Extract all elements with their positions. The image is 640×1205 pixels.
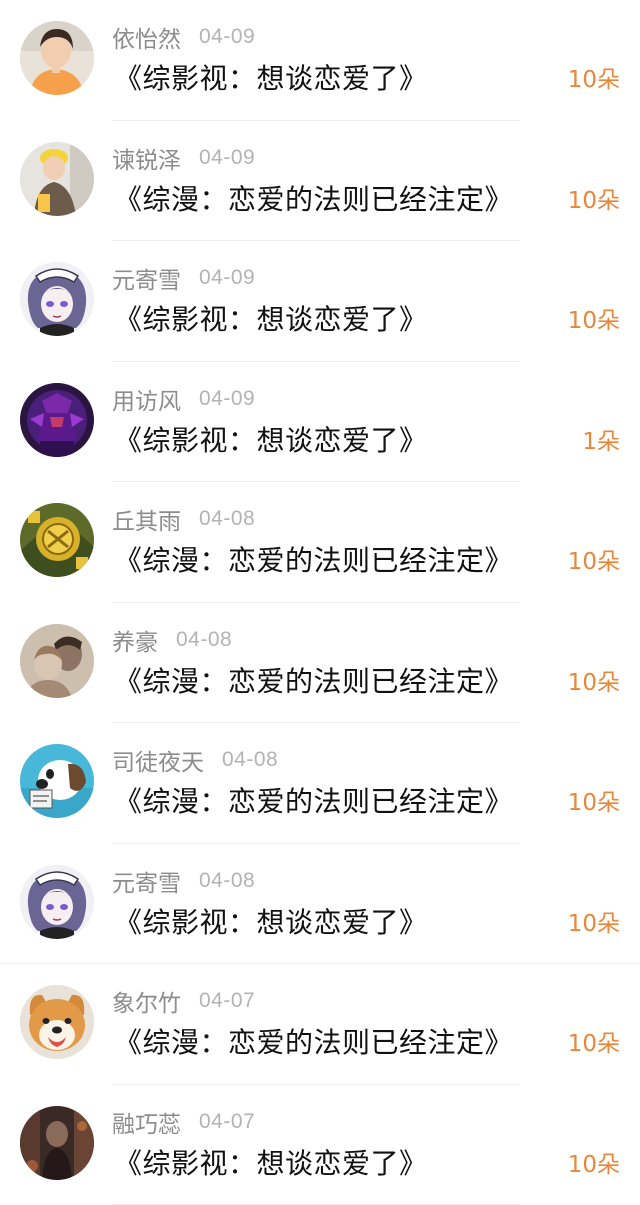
book-title[interactable]: 《综影视：想谈恋爱了》	[114, 298, 428, 338]
avatar[interactable]	[20, 383, 94, 457]
list-item[interactable]: 象尔竹 04-07 《综漫：恋爱的法则已经注定》 10朵	[0, 964, 640, 1085]
item-meta: 元寄雪 04-09	[112, 261, 255, 295]
list-item[interactable]: 元寄雪 04-08 《综影视：想谈恋爱了》 10朵	[0, 844, 640, 965]
book-title[interactable]: 《综漫：恋爱的法则已经注定》	[114, 780, 513, 820]
book-title[interactable]: 《综漫：恋爱的法则已经注定》	[114, 660, 513, 700]
gift-count: 10朵	[568, 1145, 620, 1179]
item-date: 04-09	[199, 146, 255, 170]
item-meta: 元寄雪 04-08	[112, 864, 255, 898]
user-name[interactable]: 象尔竹	[112, 984, 181, 1018]
item-meta: 用访风 04-09	[112, 382, 255, 416]
user-name[interactable]: 丘其雨	[112, 502, 181, 536]
user-name[interactable]: 养豪	[112, 623, 158, 657]
avatar[interactable]	[20, 262, 94, 336]
gift-count: 10朵	[568, 783, 620, 817]
gift-count: 10朵	[568, 1024, 620, 1058]
gift-count: 1朵	[582, 422, 620, 456]
item-meta: 象尔竹 04-07	[112, 984, 255, 1018]
list-item[interactable]: 谏锐泽 04-09 《综漫：恋爱的法则已经注定》 10朵	[0, 121, 640, 242]
gift-count: 10朵	[568, 181, 620, 215]
gift-count: 10朵	[568, 663, 620, 697]
item-date: 04-07	[199, 1110, 255, 1134]
avatar[interactable]	[20, 21, 94, 95]
avatar[interactable]	[20, 865, 94, 939]
item-meta: 依怡然 04-09	[112, 20, 255, 54]
item-meta: 司徒夜天 04-08	[112, 743, 278, 777]
item-date: 04-08	[176, 628, 232, 652]
item-date: 04-08	[222, 748, 278, 772]
book-title[interactable]: 《综漫：恋爱的法则已经注定》	[114, 178, 513, 218]
item-date: 04-07	[199, 989, 255, 1013]
list-item[interactable]: 丘其雨 04-08 《综漫：恋爱的法则已经注定》 10朵	[0, 482, 640, 603]
book-title[interactable]: 《综漫：恋爱的法则已经注定》	[114, 539, 513, 579]
book-title[interactable]: 《综影视：想谈恋爱了》	[114, 419, 428, 459]
user-name[interactable]: 谏锐泽	[112, 141, 181, 175]
item-date: 04-08	[199, 507, 255, 531]
item-date: 04-09	[199, 266, 255, 290]
user-name[interactable]: 依怡然	[112, 20, 181, 54]
list-item[interactable]: 依怡然 04-09 《综影视：想谈恋爱了》 10朵	[0, 0, 640, 121]
list-item[interactable]: 用访风 04-09 《综影视：想谈恋爱了》 1朵	[0, 362, 640, 483]
item-meta: 谏锐泽 04-09	[112, 141, 255, 175]
gift-record-list: 依怡然04-09《综影视：想谈恋爱了》10朵谏锐泽04-09《综漫：恋爱的法则已…	[0, 0, 640, 1205]
gift-count: 10朵	[568, 60, 620, 94]
user-name[interactable]: 用访风	[112, 382, 181, 416]
avatar[interactable]	[20, 985, 94, 1059]
item-meta: 丘其雨 04-08	[112, 502, 255, 536]
book-title[interactable]: 《综漫：恋爱的法则已经注定》	[114, 1021, 513, 1061]
user-name[interactable]: 元寄雪	[112, 261, 181, 295]
user-name[interactable]: 司徒夜天	[112, 743, 204, 777]
book-title[interactable]: 《综影视：想谈恋爱了》	[114, 57, 428, 97]
book-title[interactable]: 《综影视：想谈恋爱了》	[114, 901, 428, 941]
gift-count: 10朵	[568, 542, 620, 576]
list-item[interactable]: 融巧蕊 04-07 《综影视：想谈恋爱了》 10朵	[0, 1085, 640, 1205]
list-item[interactable]: 司徒夜天 04-08 《综漫：恋爱的法则已经注定》 10朵	[0, 723, 640, 844]
item-date: 04-08	[199, 869, 255, 893]
item-date: 04-09	[199, 25, 255, 49]
avatar[interactable]	[20, 503, 94, 577]
list-item[interactable]: 养豪 04-08 《综漫：恋爱的法则已经注定》 10朵	[0, 603, 640, 724]
user-name[interactable]: 融巧蕊	[112, 1105, 181, 1139]
item-meta: 融巧蕊 04-07	[112, 1105, 255, 1139]
book-title[interactable]: 《综影视：想谈恋爱了》	[114, 1142, 428, 1182]
gift-count: 10朵	[568, 904, 620, 938]
gift-count: 10朵	[568, 301, 620, 335]
avatar[interactable]	[20, 142, 94, 216]
list-item[interactable]: 元寄雪 04-09 《综影视：想谈恋爱了》 10朵	[0, 241, 640, 362]
user-name[interactable]: 元寄雪	[112, 864, 181, 898]
avatar[interactable]	[20, 744, 94, 818]
avatar[interactable]	[20, 624, 94, 698]
avatar[interactable]	[20, 1106, 94, 1180]
item-date: 04-09	[199, 387, 255, 411]
item-meta: 养豪 04-08	[112, 623, 232, 657]
